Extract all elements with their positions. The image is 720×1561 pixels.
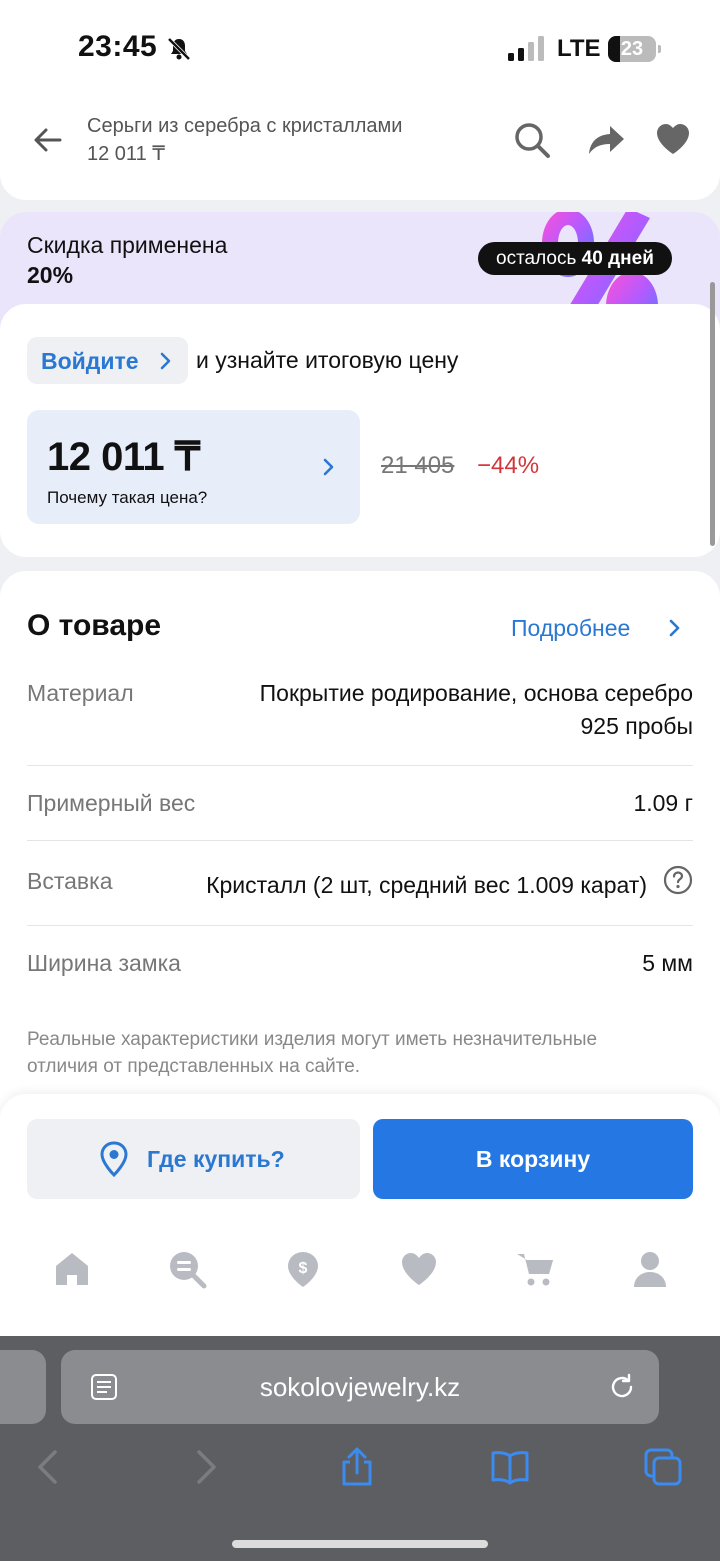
product-header: Серьги из серебра с кристаллами 12 011 ₸ <box>0 96 720 200</box>
chevron-right-icon <box>669 619 680 637</box>
bottom-action-bar: Где купить? В корзину $ <box>0 1094 720 1336</box>
home-indicator <box>232 1540 488 1548</box>
help-icon[interactable] <box>663 865 693 895</box>
spec-label: Вставка <box>27 868 113 894</box>
add-to-cart-button[interactable]: В корзину <box>373 1119 693 1199</box>
spec-row-material: Материал Покрытие родирование, основа се… <box>27 668 693 766</box>
cart-icon[interactable] <box>515 1249 555 1289</box>
share-icon[interactable] <box>586 120 626 160</box>
spec-row-weight: Примерный вес 1.09 г <box>27 766 693 841</box>
more-details-link[interactable]: Подробнее <box>511 615 630 642</box>
browser-back-icon[interactable] <box>28 1446 70 1488</box>
share-icon[interactable] <box>336 1446 378 1488</box>
disclaimer-text: Реальные характеристики изделия могут им… <box>27 1029 598 1077</box>
where-to-buy-button[interactable]: Где купить? <box>27 1119 360 1199</box>
location-pin-icon <box>100 1141 128 1177</box>
price-card: Войдите и узнайте итоговую цену 12 011 ₸… <box>0 304 720 557</box>
days-value: 40 дней <box>581 248 654 269</box>
discount-percent: −44% <box>477 452 540 479</box>
browser-forward-icon[interactable] <box>184 1446 226 1488</box>
status-time: 23:45 <box>78 30 158 63</box>
spec-value-line: 925 пробы <box>580 713 693 739</box>
section-title: О товаре <box>27 609 162 642</box>
header-price: 12 011 ₸ <box>87 143 165 165</box>
header-title: Серьги из серебра с кристаллами <box>87 115 403 137</box>
discount-title: Скидка применена <box>27 232 228 258</box>
url-text: sokolovjewelry.kz <box>259 1372 461 1402</box>
spec-value: 5 мм <box>642 950 693 976</box>
spec-value: Покрытие родирование, основа серебро 925… <box>260 677 693 743</box>
discount-value: 20% <box>27 262 74 288</box>
login-label: Войдите <box>41 348 139 374</box>
scrollbar[interactable] <box>710 282 715 546</box>
home-icon[interactable] <box>52 1249 92 1289</box>
spec-label: Материал <box>27 680 134 706</box>
favorites-icon[interactable] <box>399 1249 439 1289</box>
network-type: LTE <box>557 35 601 62</box>
login-button[interactable]: Войдите <box>27 337 188 384</box>
add-to-cart-label: В корзину <box>475 1146 591 1172</box>
spec-value-line: Покрытие родирование, основа серебро <box>259 680 693 706</box>
status-bar: 23:45 LTE 23 <box>0 0 720 96</box>
login-hint-text: и узнайте итоговую цену <box>196 347 459 373</box>
svg-text:$: $ <box>299 1260 308 1277</box>
address-bar[interactable]: sokolovjewelry.kz <box>61 1350 659 1424</box>
bonus-icon[interactable]: $ <box>283 1249 323 1289</box>
days-left-badge: осталось 40 дней <box>478 242 672 275</box>
spec-row-insert: Вставка Кристалл (2 шт, средний вес 1.00… <box>27 841 693 926</box>
chevron-right-icon <box>160 352 171 370</box>
search-icon[interactable] <box>512 120 552 160</box>
spec-label: Ширина замка <box>27 950 181 976</box>
bell-muted-icon <box>167 37 191 61</box>
browser-toolbar: sokolovjewelry.kz <box>0 1336 720 1561</box>
favorite-heart-icon[interactable] <box>654 120 692 158</box>
profile-icon[interactable] <box>630 1249 670 1289</box>
old-price: 21 405 <box>381 452 455 479</box>
where-to-buy-label: Где купить? <box>147 1146 285 1172</box>
battery-icon: 23 <box>608 36 661 62</box>
bookmarks-icon[interactable] <box>489 1446 531 1488</box>
back-arrow-icon[interactable] <box>30 122 66 158</box>
days-prefix: осталось <box>496 248 577 269</box>
chevron-right-icon <box>323 458 334 476</box>
previous-tab-preview[interactable] <box>0 1350 46 1424</box>
spec-value: Кристалл (2 шт, средний вес 1.009 карат) <box>206 872 647 898</box>
current-price: 12 011 ₸ <box>47 435 200 479</box>
signal-icon <box>508 36 544 61</box>
spec-label: Примерный вес <box>27 790 196 816</box>
search-catalog-icon[interactable] <box>167 1249 207 1289</box>
about-section: О товаре Подробнее Материал Покрытие род… <box>0 571 720 1131</box>
tabs-icon[interactable] <box>642 1446 684 1488</box>
reload-icon[interactable] <box>607 1372 637 1402</box>
price-explanation-button[interactable]: 12 011 ₸ Почему такая цена? <box>27 410 360 524</box>
battery-level: 23 <box>620 38 644 60</box>
spec-row-clasp-width: Ширина замка 5 мм <box>27 926 693 1001</box>
spec-value: 1.09 г <box>633 790 693 816</box>
price-why-label: Почему такая цена? <box>47 488 208 507</box>
